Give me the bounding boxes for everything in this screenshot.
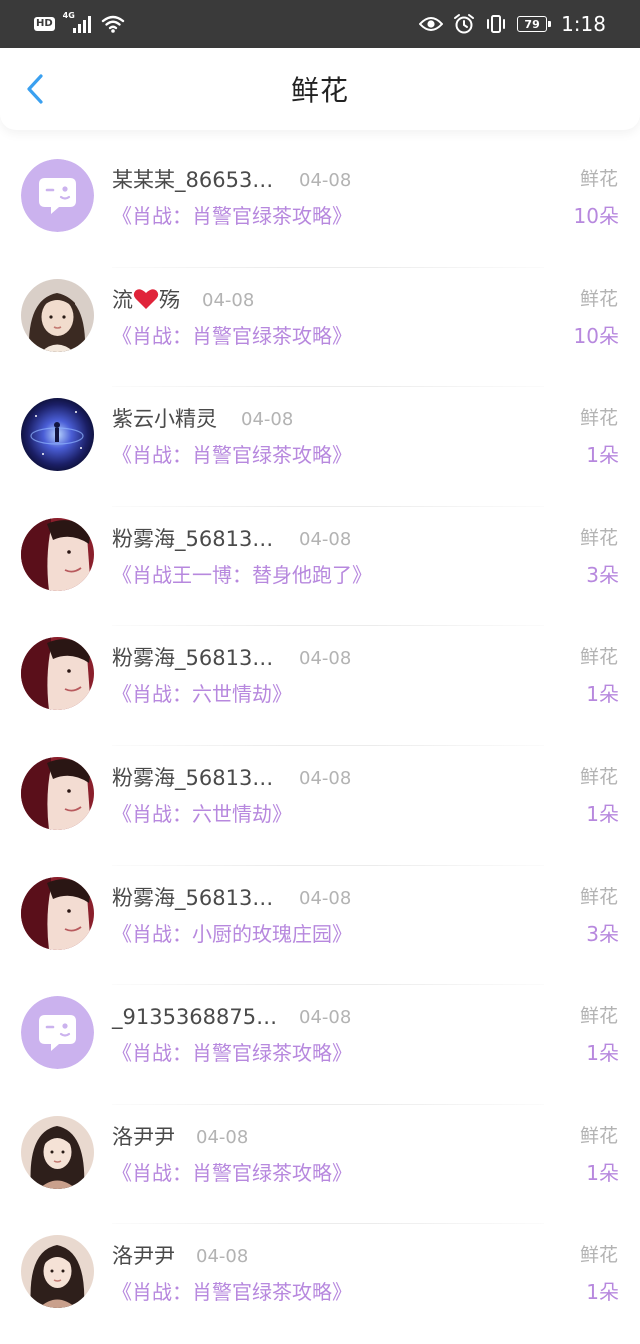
default-chat-avatar-icon [21, 159, 94, 232]
book-title-link[interactable]: 《肖战：六世情劫》 [112, 680, 292, 708]
eye-icon [419, 17, 444, 31]
book-title-link[interactable]: 《肖战：肖警官绿茶攻略》 [112, 1159, 352, 1187]
list-item[interactable]: 粉雾海_56813… 04-08 《肖战：六世情劫》 鲜花 1朵 [0, 626, 640, 746]
date: 04-08 [299, 1007, 352, 1029]
date: 04-08 [196, 1126, 249, 1148]
default-chat-avatar-icon [21, 996, 94, 1070]
header: 鲜花 [0, 48, 640, 130]
date: 04-08 [241, 409, 294, 431]
page-title: 鲜花 [290, 74, 349, 107]
user-name: _9135368875… [112, 1005, 278, 1030]
status-right: 79 1:18 [419, 0, 606, 48]
date: 04-08 [202, 289, 255, 311]
list-item[interactable]: 粉雾海_56813… 04-08 《肖战：六世情劫》 鲜花 1朵 [0, 746, 640, 866]
list-item[interactable]: 粉雾海_56813… 04-08 《肖战：小厨的玫瑰庄园》 鲜花 3朵 [0, 866, 640, 986]
user-name: 粉雾海_56813… [112, 646, 274, 671]
alarm-icon [454, 14, 475, 34]
date: 04-08 [299, 528, 352, 550]
date: 04-08 [299, 887, 352, 909]
book-title-link[interactable]: 《肖战王一博：替身他跑了》 [112, 561, 372, 589]
user-name: 粉雾海_56813… [112, 526, 274, 551]
gift-type: 鲜花 [579, 885, 618, 908]
user-name: 洛尹尹 [112, 1124, 175, 1149]
gift-quantity: 1朵 [586, 1280, 619, 1305]
galaxy-avatar-icon [21, 398, 94, 472]
gift-type: 鲜花 [579, 526, 618, 549]
girl-photo-avatar-icon [21, 278, 94, 352]
gift-quantity: 1朵 [586, 801, 619, 826]
gift-type: 鲜花 [579, 1124, 618, 1147]
hd-badge: HD [34, 17, 55, 31]
clock: 1:18 [561, 12, 606, 36]
avatar[interactable] [21, 398, 94, 472]
gift-quantity: 1朵 [586, 1041, 619, 1066]
portrait-avatar-icon [21, 756, 94, 830]
portrait-avatar-icon [21, 517, 94, 591]
list-item[interactable]: 粉雾海_56813… 04-08 《肖战王一博：替身他跑了》 鲜花 3朵 [0, 507, 640, 627]
wifi-icon [101, 15, 124, 33]
date: 04-08 [299, 648, 352, 670]
avatar[interactable] [21, 1235, 94, 1309]
user-name: 紫云小精灵 [112, 407, 217, 432]
list-item[interactable]: 流殇 04-08 《肖战：肖警官绿茶攻略》 鲜花 10朵 [0, 268, 640, 388]
gift-type: 鲜花 [579, 168, 618, 190]
list-item[interactable]: 洛尹尹 04-08 《肖战：肖警官绿茶攻略》 鲜花 1朵 [0, 1105, 640, 1225]
book-title-link[interactable]: 《肖战：肖警官绿茶攻略》 [112, 441, 352, 469]
avatar[interactable] [21, 996, 94, 1070]
gift-quantity: 3朵 [586, 562, 619, 587]
gift-type: 鲜花 [579, 1244, 618, 1267]
date: 04-08 [196, 1246, 249, 1268]
cellular-signal-icon: 4G [63, 11, 93, 35]
book-title-link[interactable]: 《肖战：肖警官绿茶攻略》 [112, 202, 352, 230]
book-title-link[interactable]: 《肖战：小厨的玫瑰庄园》 [112, 920, 352, 948]
gift-quantity: 1朵 [586, 1160, 619, 1185]
portrait-avatar-icon [21, 876, 94, 950]
avatar[interactable] [21, 159, 94, 232]
user-name: 粉雾海_56813… [112, 765, 274, 790]
avatar[interactable] [21, 1115, 94, 1189]
long-hair-avatar-icon [21, 1235, 94, 1309]
gift-quantity: 10朵 [573, 204, 619, 228]
gift-type: 鲜花 [579, 1005, 618, 1028]
list-item[interactable]: _9135368875… 04-08 《肖战：肖警官绿茶攻略》 鲜花 1朵 [0, 985, 640, 1105]
avatar[interactable] [21, 517, 94, 591]
gift-type: 鲜花 [579, 765, 618, 788]
vibrate-icon [487, 15, 506, 33]
battery-level: 79 [524, 17, 540, 31]
date: 04-08 [299, 767, 352, 789]
list-item[interactable]: 紫云小精灵 04-08 《肖战：肖警官绿茶攻略》 鲜花 1朵 [0, 387, 640, 507]
book-title-link[interactable]: 《肖战：肖警官绿茶攻略》 [112, 322, 352, 350]
gift-type: 鲜花 [579, 646, 618, 669]
user-name: 洛尹尹 [112, 1244, 175, 1269]
gift-quantity: 1朵 [586, 682, 619, 707]
status-bar: HD 4G 79 1:18 [0, 0, 640, 48]
gift-type: 鲜花 [579, 407, 618, 430]
gift-quantity: 10朵 [573, 323, 619, 348]
avatar[interactable] [21, 876, 94, 950]
book-title-link[interactable]: 《肖战：肖警官绿茶攻略》 [112, 1278, 352, 1306]
avatar[interactable] [21, 278, 94, 352]
gift-list: 某某某_86653… 04-08 《肖战：肖警官绿茶攻略》 鲜花 10朵 流殇 … [0, 148, 640, 1344]
user-name: 某某某_86653… [112, 168, 274, 192]
gift-quantity: 1朵 [586, 443, 619, 468]
list-item[interactable]: 某某某_86653… 04-08 《肖战：肖警官绿茶攻略》 鲜花 10朵 [0, 148, 640, 268]
user-name-part: 流 [112, 287, 133, 312]
book-title-link[interactable]: 《肖战：肖警官绿茶攻略》 [112, 1039, 352, 1067]
user-name: 流殇 [112, 286, 180, 314]
list-item[interactable]: 洛尹尹 04-08 《肖战：肖警官绿茶攻略》 鲜花 1朵 [0, 1224, 640, 1344]
avatar[interactable] [21, 756, 94, 830]
book-title-link[interactable]: 《肖战：六世情劫》 [112, 800, 292, 828]
user-name-part: 殇 [159, 287, 180, 312]
gift-type: 鲜花 [579, 287, 618, 310]
long-hair-avatar-icon [21, 1115, 94, 1189]
heart-icon [133, 288, 159, 309]
avatar[interactable] [21, 637, 94, 711]
status-left: HD 4G [34, 0, 125, 48]
portrait-avatar-icon [21, 637, 94, 711]
date: 04-08 [299, 170, 352, 191]
user-name: 粉雾海_56813… [112, 885, 274, 910]
gift-quantity: 3朵 [586, 921, 619, 946]
battery-icon: 79 [517, 16, 552, 32]
